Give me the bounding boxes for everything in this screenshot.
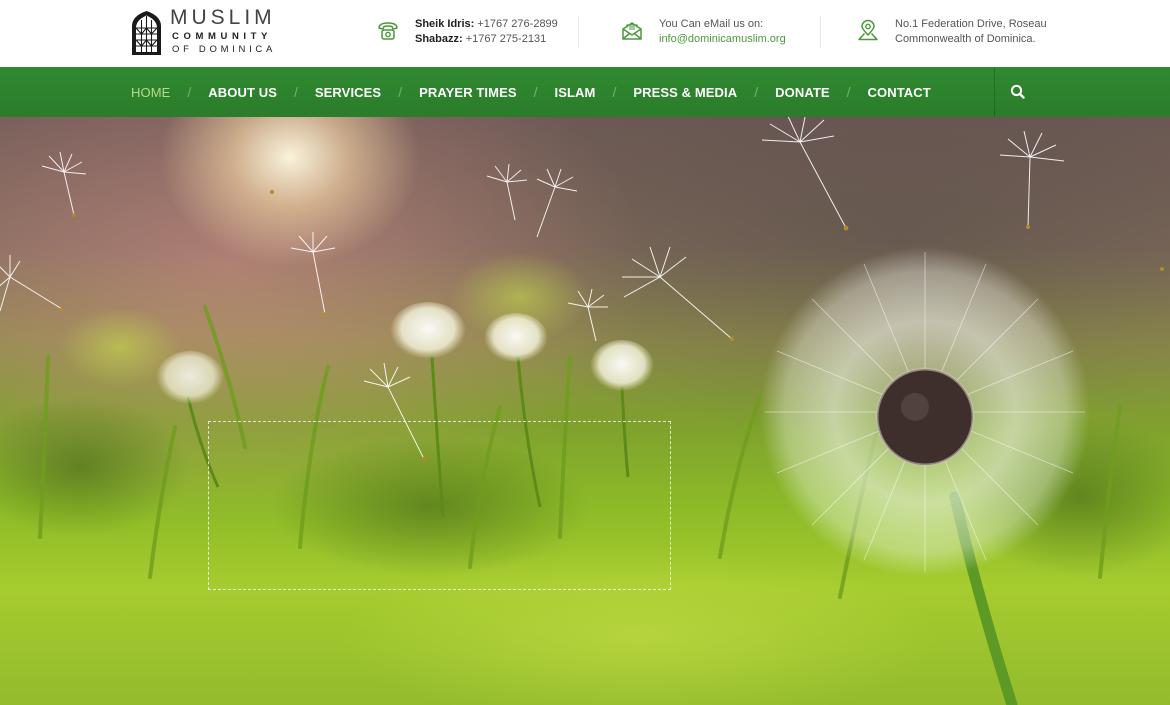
mosque-window-logo-icon [132,11,161,55]
nav-item-services[interactable]: SERVICES [315,85,381,100]
address-text: No.1 Federation Drive, Roseau Commonweal… [895,17,1047,47]
email-text: You Can eMail us on: info@dominicamuslim… [659,17,786,47]
email-link[interactable]: info@dominicamuslim.org [659,33,786,45]
logo-community: COMMUNITY [172,31,272,42]
nav-separator: / [846,84,851,100]
slide-caption-frame[interactable] [208,421,671,590]
nav-separator: / [187,84,192,100]
logo-dominica: OF DOMINICA [172,44,277,55]
nav-item-contact[interactable]: CONTACT [868,85,931,100]
phone-number-2[interactable]: +1767 275-2131 [466,33,546,45]
hero-dandelion-image [0,117,1170,705]
envelope-icon [622,22,642,40]
nav-item-about-us[interactable]: ABOUT US [208,85,277,100]
nav-item-home[interactable]: HOME [131,85,170,100]
nav-separator: / [754,84,759,100]
nav-item-prayer-times[interactable]: PRAYER TIMES [419,85,517,100]
nav-separator: / [294,84,298,100]
nav-list: HOME / ABOUT US / SERVICES / PRAYER TIME… [131,67,931,117]
phone-text: Sheik Idris: +1767 276-2899 Shabazz: +17… [415,17,558,47]
phone-contact: Sheik Idris: +1767 276-2899 Shabazz: +17… [376,17,576,51]
nav-separator: / [533,84,538,100]
address-contact: No.1 Federation Drive, Roseau Commonweal… [856,17,1056,51]
header-divider [820,16,821,48]
nav-item-donate[interactable]: DONATE [775,85,830,100]
nav-separator: / [612,84,617,100]
hero-slider [0,117,1170,705]
logo-word: MUSLIM [170,6,276,29]
email-label: You Can eMail us on: [659,18,764,30]
search-icon[interactable] [1008,82,1028,102]
address-line-1: No.1 Federation Drive, Roseau [895,18,1047,30]
map-pin-icon [858,19,878,41]
phone-name-1: Sheik Idris: [415,18,475,30]
header-divider [578,16,579,48]
email-contact: You Can eMail us on: info@dominicamuslim… [620,17,820,51]
main-navigation: HOME / ABOUT US / SERVICES / PRAYER TIME… [0,67,1170,117]
nav-item-press-media[interactable]: PRESS & MEDIA [633,85,737,100]
nav-search-divider [994,67,995,117]
phone-number-1[interactable]: +1767 276-2899 [477,18,557,30]
phone-name-2: Shabazz: [415,33,463,45]
nav-separator: / [398,84,403,100]
address-line-2: Commonwealth of Dominica. [895,33,1036,45]
nav-item-islam[interactable]: ISLAM [555,85,596,100]
phone-icon [378,22,398,40]
site-logo[interactable]: MUSLIM COMMUNITY OF DOMINICA [130,6,282,57]
site-header: MUSLIM COMMUNITY OF DOMINICA Sheik Idris… [0,0,1170,67]
